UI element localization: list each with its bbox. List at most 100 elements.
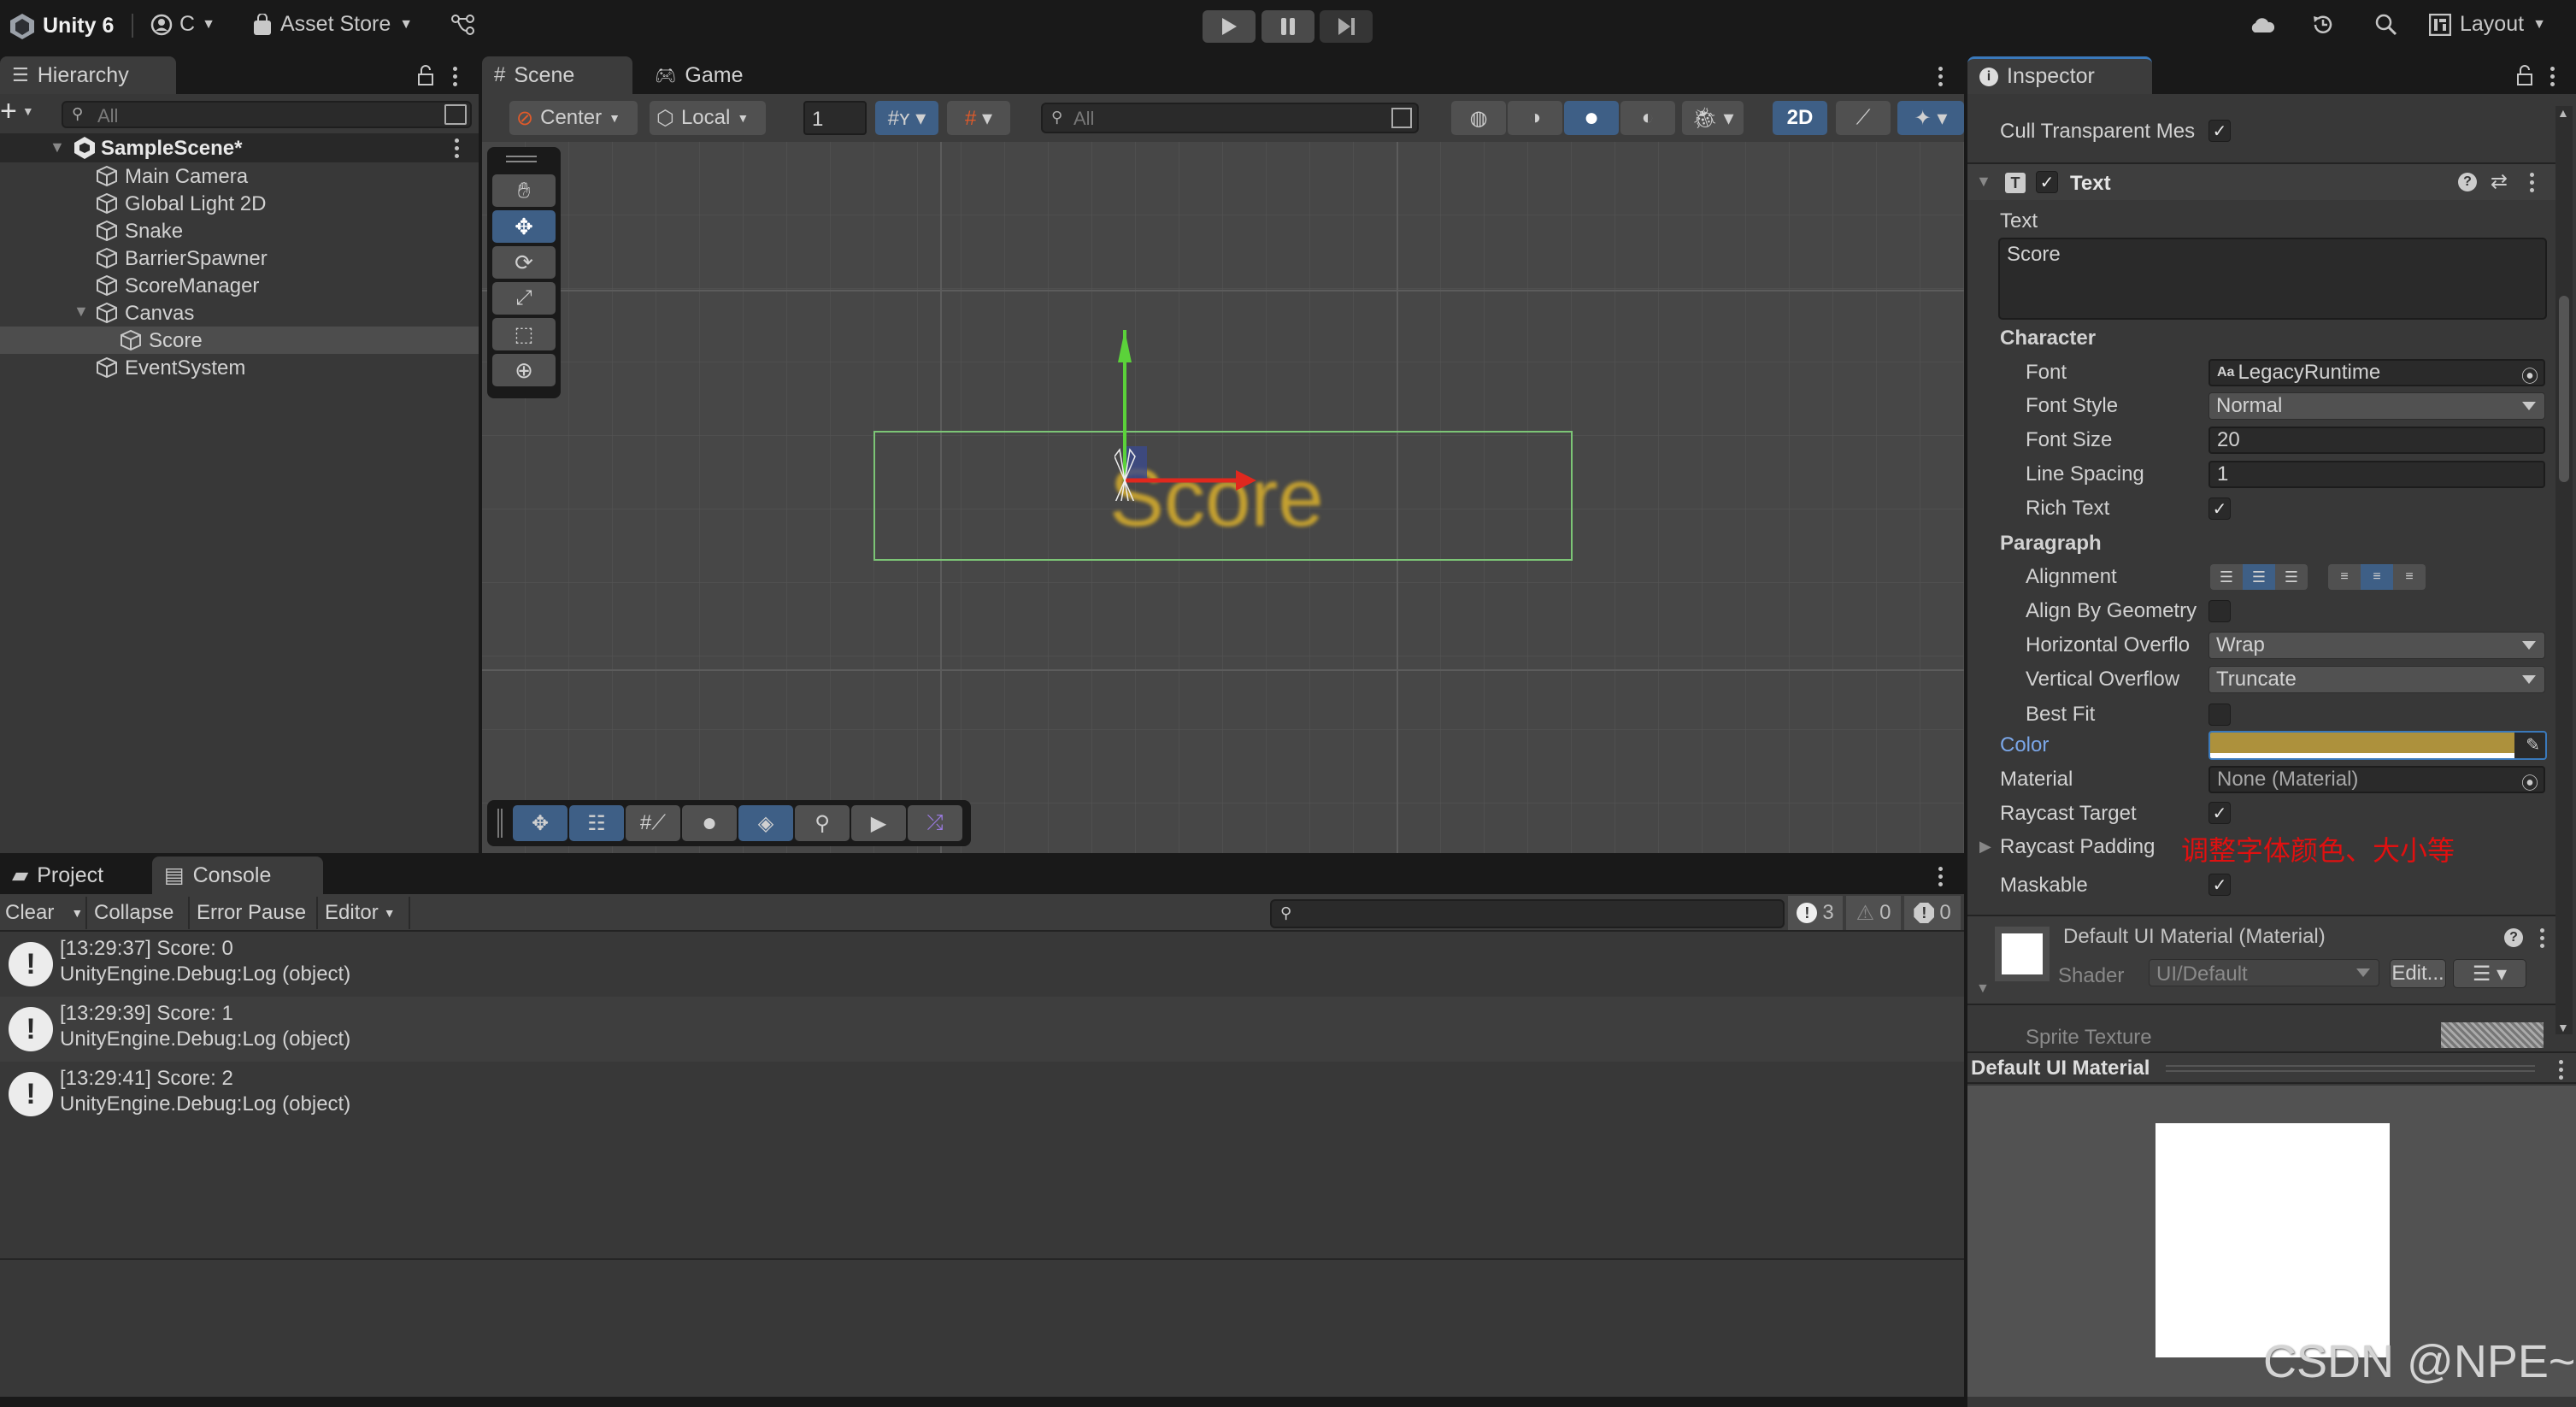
text-content-textarea[interactable]: Score (1998, 238, 2547, 320)
expand-arrow-icon[interactable]: ▶ (1979, 838, 1991, 856)
tab-game[interactable]: 🎮︎ Game (643, 56, 762, 94)
text-component-header[interactable]: ▼ T ✓ Text ? ⇄ (1967, 162, 2555, 200)
color-swatch[interactable] (2210, 733, 2514, 753)
drag-handle[interactable] (2166, 1065, 2535, 1072)
component-enabled-checkbox[interactable]: ✓ (2036, 171, 2058, 193)
collapse-arrow-icon[interactable]: ▼ (1976, 173, 1991, 191)
wireframe-shading-button[interactable]: ◍ (1451, 101, 1506, 135)
hand-tool-button[interactable]: ✋︎ (492, 174, 556, 207)
shader-options-dropdown[interactable]: ☰ ▾ (2453, 959, 2526, 988)
grid-snap-toggle[interactable]: #ʏ ▾ (875, 101, 938, 135)
best-fit-checkbox[interactable] (2208, 704, 2231, 726)
console-log-entry[interactable]: ! [13:29:39] Score: 1 UnityEngine.Debug:Lo… (0, 997, 1964, 1062)
preview-header[interactable]: Default UI Material (1967, 1051, 2576, 1084)
scale-tool-button[interactable]: ⤢ (492, 282, 556, 315)
warning-filter-toggle[interactable]: ⚠ 0 (1846, 896, 1901, 930)
chevron-down-icon[interactable]: ▼ (71, 906, 83, 920)
color-field[interactable]: ✎ (2208, 731, 2547, 760)
rich-text-checkbox[interactable]: ✓ (2208, 497, 2231, 520)
toggle-2d-button[interactable]: 2D (1773, 101, 1827, 135)
collapse-arrow-icon[interactable]: ▼ (1976, 981, 1990, 997)
scene-search-input[interactable]: ⚲ All (1041, 103, 1419, 133)
scene-row[interactable]: ▼ SampleScene* (0, 133, 479, 162)
hierarchy-item[interactable]: Score (0, 327, 479, 354)
align-top-button[interactable]: ≡ (2328, 564, 2361, 590)
maskable-checkbox[interactable]: ✓ (2208, 874, 2231, 896)
transform-tool-button[interactable]: ⊕ (492, 354, 556, 386)
cloud-icon[interactable] (2250, 15, 2275, 34)
search-overlay-button[interactable]: ⚲ (795, 805, 850, 841)
orientation-button[interactable]: ● (682, 805, 737, 841)
grid-size-input[interactable]: 1 (803, 101, 867, 135)
cull-transparent-checkbox[interactable]: ✓ (2208, 120, 2231, 142)
pause-button[interactable] (1262, 10, 1314, 43)
line-spacing-input[interactable]: 1 (2208, 461, 2545, 488)
tab-console[interactable]: ▤ Console (152, 857, 323, 894)
sprite-texture-thumbnail[interactable] (2441, 1022, 2544, 1048)
align-middle-button[interactable]: ≡ (2361, 564, 2393, 590)
create-button[interactable]: + ▼ (0, 97, 34, 126)
help-icon[interactable]: ? (2458, 173, 2477, 191)
error-filter-toggle[interactable]: ! 0 (1904, 896, 1961, 930)
scene-menu-icon[interactable] (1938, 67, 1943, 86)
log-filter-toggle[interactable]: ! 3 (1788, 896, 1843, 930)
object-picker-icon[interactable]: ⦿ (2521, 769, 2538, 794)
scene-search-mode-icon[interactable] (1391, 108, 1412, 128)
console-splitter[interactable] (0, 1258, 1964, 1260)
scroll-down-icon[interactable]: ▼ (2557, 1021, 2569, 1034)
align-left-button[interactable]: ☰ (2210, 564, 2243, 590)
move-gizmo[interactable] (1115, 330, 1268, 501)
search-icon[interactable] (2374, 13, 2398, 37)
hierarchy-item[interactable]: BarrierSpawner (0, 244, 479, 272)
effects-toggle-dropdown[interactable]: ✦ ▾ (1897, 101, 1964, 135)
component-menu-icon[interactable] (2530, 173, 2534, 192)
editor-dropdown[interactable]: Editor ▼ (320, 897, 410, 929)
expand-arrow-icon[interactable]: ▼ (74, 303, 89, 321)
tilemap-button[interactable]: ◈ (738, 805, 793, 841)
console-menu-icon[interactable] (1938, 867, 1943, 886)
raycast-padding-label[interactable]: Raycast Padding (2000, 835, 2155, 859)
drag-handle[interactable] (506, 156, 537, 162)
shaded-wireframe-button[interactable]: ◑ (1508, 101, 1562, 135)
shader-dropdown[interactable]: UI/Default (2149, 959, 2379, 986)
eyedropper-icon[interactable]: ✎ (2526, 734, 2540, 756)
material-menu-icon[interactable] (2540, 928, 2544, 948)
asset-store-dropdown[interactable]: Asset Store ▼ (253, 12, 413, 37)
audio-toggle-button[interactable]: ⟋ (1836, 101, 1891, 135)
font-style-dropdown[interactable]: Normal (2208, 392, 2545, 420)
align-by-geometry-checkbox[interactable] (2208, 600, 2231, 622)
console-log-entry[interactable]: ! [13:29:37] Score: 0 UnityEngine.Debug:Lo… (0, 932, 1964, 997)
increment-snap-toggle[interactable]: # ▾ (947, 101, 1010, 135)
tool-settings-button[interactable]: ✥ (513, 805, 568, 841)
pivot-rotation-dropdown[interactable]: ⬡ Local ▼ (650, 101, 766, 135)
lock-icon[interactable] (2516, 65, 2533, 85)
inspector-menu-icon[interactable] (2550, 67, 2555, 86)
scrollbar-thumb[interactable] (2559, 296, 2569, 482)
unlit-button[interactable]: ◐ (1620, 101, 1675, 135)
hierarchy-item[interactable]: ScoreManager (0, 272, 479, 299)
inspector-scrollbar[interactable]: ▲ ▼ (2555, 106, 2573, 1034)
debug-draw-mode-dropdown[interactable]: 🐞︎ ▾ (1682, 101, 1744, 135)
hierarchy-item[interactable]: ▼ Canvas (0, 299, 479, 327)
scene-menu-icon[interactable] (455, 138, 459, 158)
camera-preview-button[interactable]: ▶︎ (851, 805, 906, 841)
horizontal-overflow-dropdown[interactable]: Wrap (2208, 632, 2545, 659)
raycast-target-checkbox[interactable]: ✓ (2208, 802, 2231, 824)
align-bottom-button[interactable]: ≡ (2393, 564, 2426, 590)
scroll-up-icon[interactable]: ▲ (2557, 106, 2569, 120)
version-control-icon[interactable] (451, 14, 475, 36)
font-size-input[interactable]: 20 (2208, 427, 2545, 454)
expand-arrow-icon[interactable]: ▼ (50, 138, 65, 156)
shaded-button[interactable]: ● (1564, 101, 1619, 135)
tab-scene[interactable]: # Scene (482, 56, 632, 94)
align-right-button[interactable]: ☰ (2275, 564, 2308, 590)
hierarchy-search-input[interactable]: ⚲ All (62, 101, 472, 128)
font-object-field[interactable]: Aa LegacyRuntime ⦿ (2208, 359, 2545, 386)
grid-snapping-overlay-button[interactable]: ☷ (569, 805, 624, 841)
console-log-entry[interactable]: ! [13:29:41] Score: 2 UnityEngine.Debug:Lo… (0, 1062, 1964, 1127)
tab-project[interactable]: ▰ Project (0, 857, 145, 894)
layout-dropdown[interactable]: Layout ▼ (2429, 12, 2546, 37)
hierarchy-menu-icon[interactable] (453, 67, 457, 86)
vertical-overflow-dropdown[interactable]: Truncate (2208, 666, 2545, 693)
help-icon[interactable]: ? (2504, 928, 2523, 947)
